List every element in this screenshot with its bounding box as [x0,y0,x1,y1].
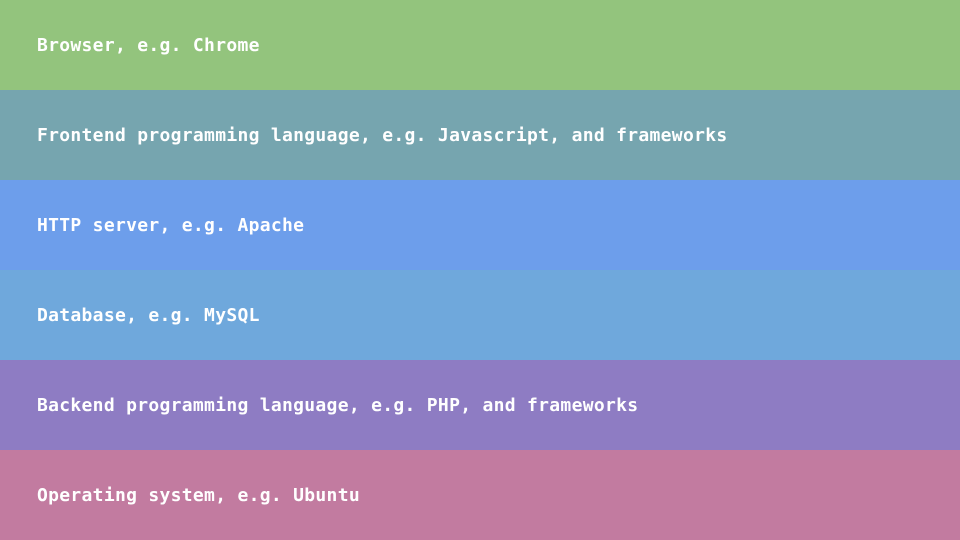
layer-database-label: Database, e.g. MySQL [37,304,260,326]
technology-stack-diagram: Browser, e.g. Chrome Frontend programmin… [0,0,960,540]
layer-database: Database, e.g. MySQL [0,270,960,360]
layer-backend-language: Backend programming language, e.g. PHP, … [0,360,960,450]
layer-http-server: HTTP server, e.g. Apache [0,180,960,270]
layer-browser: Browser, e.g. Chrome [0,0,960,90]
layer-frontend-language: Frontend programming language, e.g. Java… [0,90,960,180]
layer-browser-label: Browser, e.g. Chrome [37,34,260,56]
layer-http-server-label: HTTP server, e.g. Apache [37,214,305,236]
layer-operating-system: Operating system, e.g. Ubuntu [0,450,960,540]
layer-operating-system-label: Operating system, e.g. Ubuntu [37,484,360,506]
layer-frontend-language-label: Frontend programming language, e.g. Java… [37,124,728,146]
layer-backend-language-label: Backend programming language, e.g. PHP, … [37,394,639,416]
